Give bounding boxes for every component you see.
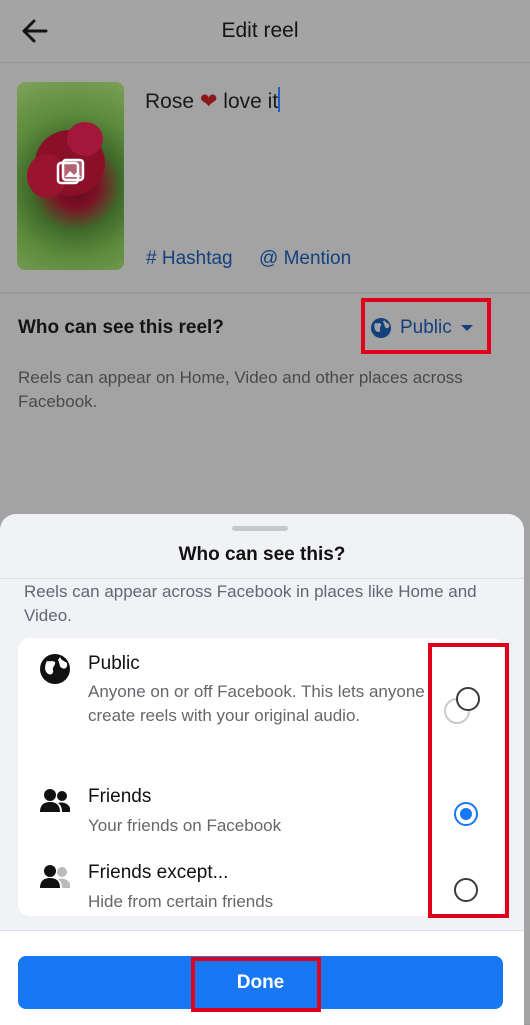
option-friends-except-label: Friends except... [88, 862, 229, 883]
audience-description: Reels can appear on Home, Video and othe… [18, 368, 463, 411]
sheet-title: Who can see this? [178, 544, 346, 565]
heart-emoji-icon: ❤ [199, 90, 218, 113]
caption-text[interactable]: Rose ❤ love it [145, 87, 281, 114]
top-bar: Edit reel [0, 0, 530, 63]
sheet-description: Reels can appear across Facebook in plac… [24, 582, 477, 625]
photo-gallery-icon [56, 158, 85, 185]
option-public-description: Anyone on or off Facebook. This lets any… [88, 682, 425, 725]
highlight-box-radios [428, 643, 509, 918]
hashtag-button[interactable]: # Hashtag [146, 248, 233, 270]
highlight-box-audience [361, 298, 491, 354]
friends-icon [40, 789, 70, 812]
text-cursor [278, 87, 281, 112]
drag-handle[interactable] [232, 526, 288, 531]
highlight-box-done [191, 957, 321, 1012]
audience-label: Who can see this reel? [18, 317, 224, 338]
caption-text-start: Rose [145, 90, 200, 113]
page-title: Edit reel [221, 19, 299, 42]
option-friends-except-description: Hide from certain friends [88, 892, 274, 911]
mention-button[interactable]: @ Mention [259, 248, 351, 270]
option-public-label: Public [88, 653, 140, 674]
reel-thumbnail[interactable] [17, 82, 124, 270]
sheet-divider [0, 578, 524, 579]
divider [0, 292, 530, 294]
option-friends-description: Your friends on Facebook [88, 816, 282, 835]
option-friends-label: Friends [88, 786, 152, 807]
globe-icon [40, 654, 70, 684]
friends-except-icon [40, 865, 70, 888]
caption-text-end: love it [217, 90, 279, 113]
